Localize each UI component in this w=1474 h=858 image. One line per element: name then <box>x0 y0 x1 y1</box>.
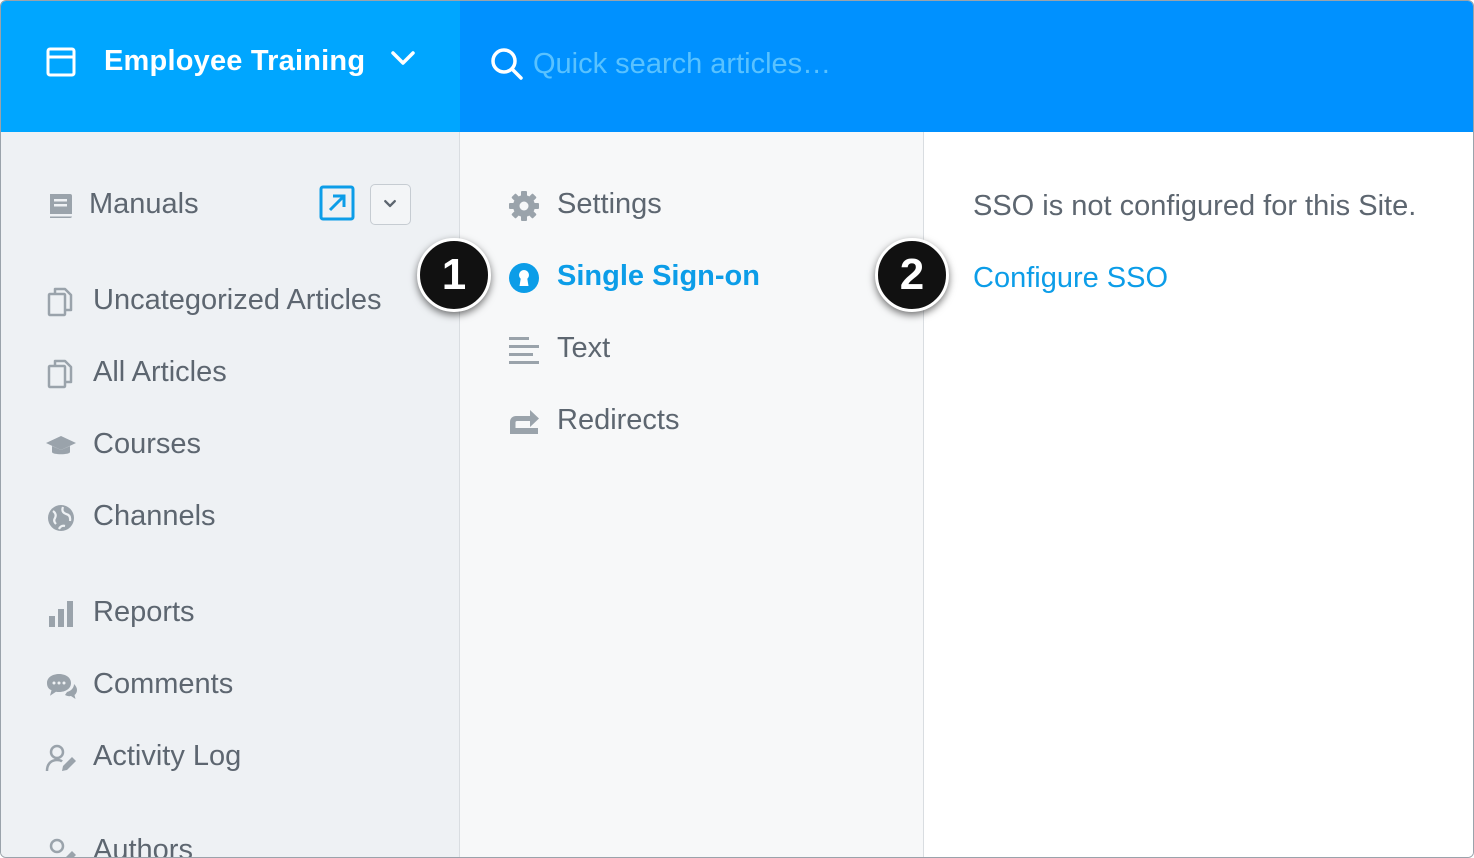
search-input[interactable] <box>533 41 1133 87</box>
sidebar-item-label: Uncategorized Articles <box>93 284 382 316</box>
external-link-icon <box>319 185 355 221</box>
chat-bubbles-icon <box>47 674 77 699</box>
sidebar-item-label: All Articles <box>93 356 227 388</box>
chevron-down-icon <box>384 199 396 208</box>
sidebar-item-authors[interactable]: Authors <box>1 824 459 858</box>
site-name: Employee Training <box>104 45 366 77</box>
header: Employee Training <box>1 1 1473 132</box>
settings-nav-label: Redirects <box>557 404 680 436</box>
browser-window-icon <box>46 47 76 77</box>
sidebar-item-manuals[interactable]: Manuals <box>1 178 301 234</box>
sidebar-item-reports[interactable]: Reports <box>1 586 459 642</box>
gear-icon <box>509 191 539 221</box>
user-edit-icon <box>49 838 76 857</box>
sidebar-item-activity-log[interactable]: Activity Log <box>1 730 459 786</box>
section-menu-button[interactable] <box>370 184 411 225</box>
text-lines-icon <box>509 337 539 364</box>
sso-status-message: SSO is not configured for this Site. <box>973 190 1417 222</box>
redirect-arrow-icon <box>510 410 539 434</box>
settings-nav-item-settings[interactable]: Settings <box>460 178 923 234</box>
app-window: Employee Training Manuals <box>0 0 1474 858</box>
configure-sso-link[interactable]: Configure SSO <box>973 262 1168 295</box>
sidebar-item-courses[interactable]: Courses <box>1 418 459 474</box>
bar-chart-icon <box>49 601 73 627</box>
sidebar-item-label: Reports <box>93 596 195 628</box>
sidebar-item-label: Manuals <box>89 188 199 220</box>
documents-icon <box>47 359 73 389</box>
settings-nav-label: Single Sign-on <box>557 260 760 292</box>
settings-nav-label: Text <box>557 332 611 364</box>
settings-nav: Settings Single Sign-on Text Redirects <box>460 132 924 857</box>
search-icon <box>491 48 523 80</box>
sidebar-item-label: Activity Log <box>93 740 242 772</box>
settings-nav-label: Settings <box>557 188 662 220</box>
book-icon <box>50 194 72 218</box>
sidebar-item-all-articles[interactable]: All Articles <box>1 346 459 402</box>
settings-nav-item-single-sign-on[interactable]: Single Sign-on <box>460 250 923 306</box>
settings-nav-item-text[interactable]: Text <box>460 322 923 378</box>
chevron-down-icon <box>391 51 415 65</box>
sidebar-item-label: Comments <box>93 668 234 700</box>
search-bar <box>460 1 1473 132</box>
user-edit-icon <box>45 744 76 772</box>
sidebar-item-label: Courses <box>93 428 201 460</box>
sidebar-item-uncategorized-articles[interactable]: Uncategorized Articles <box>1 274 459 330</box>
sidebar-item-label: Channels <box>93 500 216 532</box>
sidebar-item-label: Authors <box>93 834 193 858</box>
open-external-button[interactable] <box>319 185 355 221</box>
content-panel: SSO is not configured for this Site. Con… <box>924 132 1473 857</box>
site-switcher[interactable]: Employee Training <box>1 1 460 132</box>
sidebar-item-channels[interactable]: Channels <box>1 490 459 546</box>
sidebar-item-comments[interactable]: Comments <box>1 658 459 714</box>
globe-icon <box>48 505 74 531</box>
graduation-cap-icon <box>46 436 76 455</box>
callout-badge-2: 2 <box>875 238 949 312</box>
callout-badge-1: 1 <box>417 238 491 312</box>
keyhole-icon <box>509 263 539 293</box>
documents-icon <box>47 287 73 317</box>
sidebar: Manuals Uncategorized Articles All Artic… <box>1 132 460 858</box>
settings-nav-item-redirects[interactable]: Redirects <box>460 394 923 450</box>
